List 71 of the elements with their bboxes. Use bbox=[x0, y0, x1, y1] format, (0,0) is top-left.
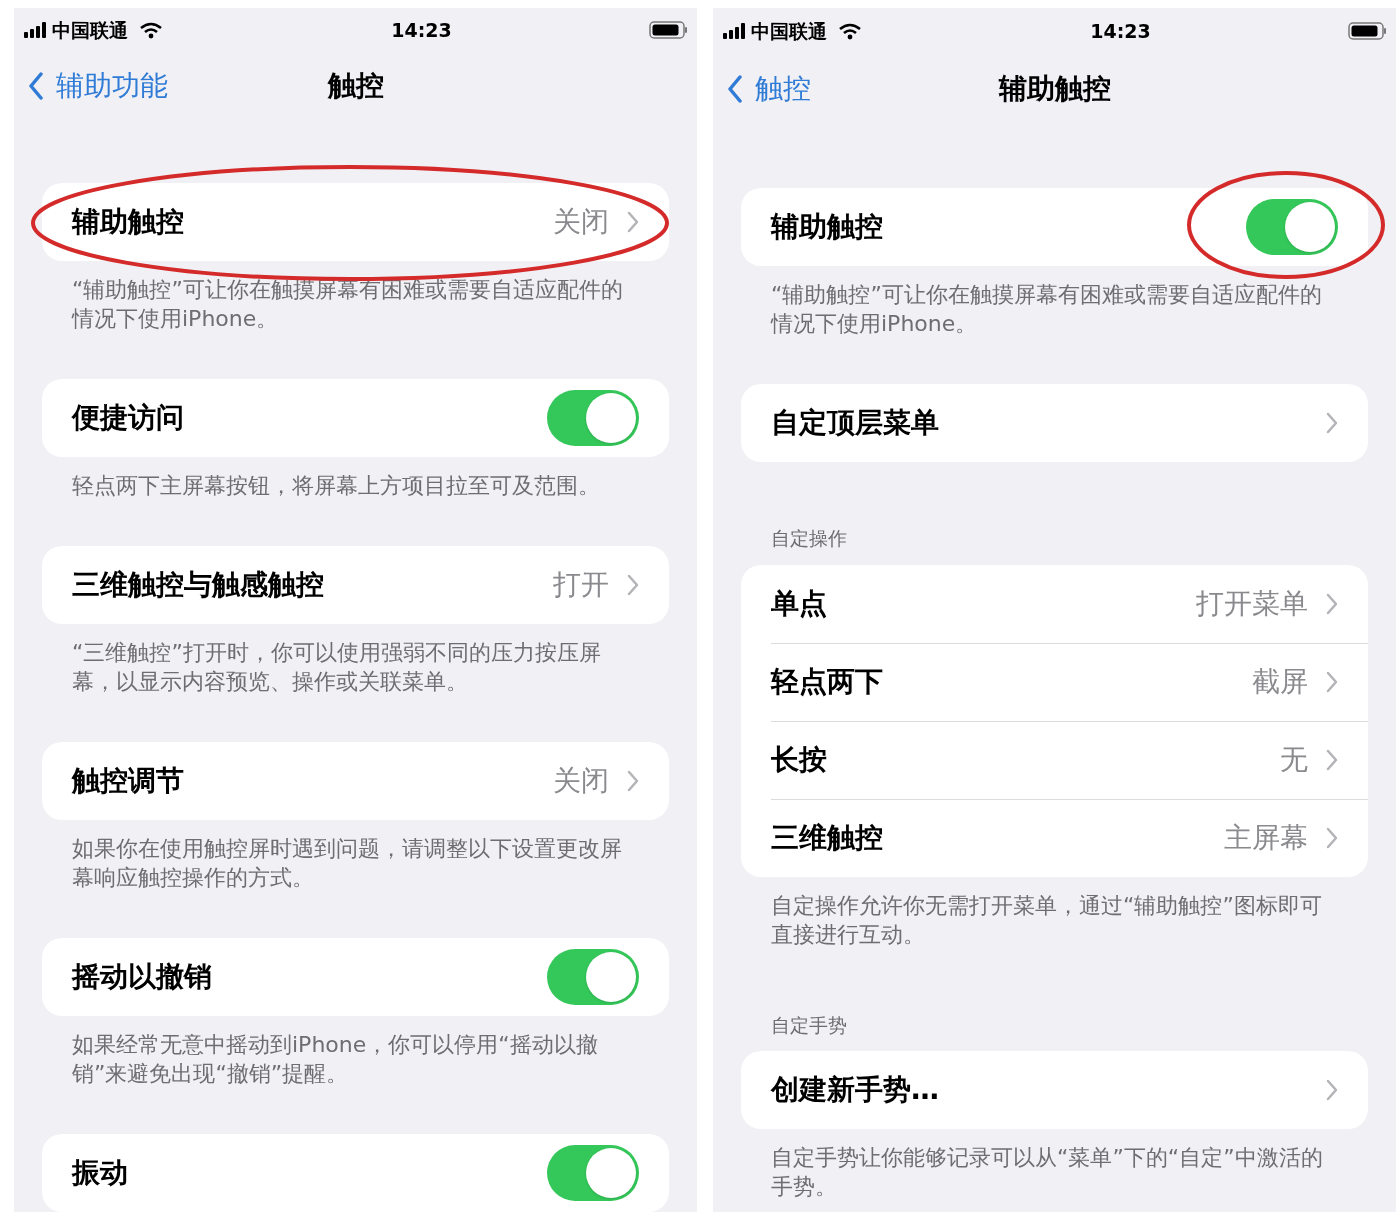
signal-icon bbox=[24, 22, 46, 38]
chevron-icon bbox=[1326, 749, 1338, 771]
settings-row[interactable]: 三维触控 主屏幕 bbox=[771, 798, 1368, 877]
row-label: 自定顶层菜单 bbox=[771, 405, 940, 441]
row-label: 轻点两下 bbox=[771, 664, 884, 700]
row-label: 创建新手势… bbox=[771, 1072, 940, 1108]
row-value: 截屏 bbox=[1252, 664, 1308, 700]
section-footer: 自定手势让你能够记录可以从“菜单”下的“自定”中激活的手势。 bbox=[741, 1129, 1368, 1201]
row-value: 无 bbox=[1280, 742, 1308, 778]
wifi-icon bbox=[839, 22, 861, 40]
row-label: 便捷访问 bbox=[72, 400, 185, 436]
screen-title: 辅助触控 bbox=[998, 71, 1111, 107]
section-footer: “辅助触控”可让你在触摸屏幕有困难或需要自适应配件的情况下使用iPhone。 bbox=[741, 266, 1368, 338]
battery-icon bbox=[649, 21, 687, 39]
section-header: 自定操作 bbox=[770, 526, 848, 551]
back-button[interactable]: 触控 bbox=[727, 68, 811, 110]
section-header: 自定手势 bbox=[770, 1012, 848, 1038]
chevron-icon bbox=[1326, 827, 1338, 849]
section-footer: 如果经常无意中摇动到iPhone，你可以停用“摇动以撤销”来避免出现“撤销”提醒。 bbox=[42, 1016, 669, 1088]
settings-row[interactable]: 单点 打开菜单 bbox=[741, 564, 1368, 643]
toggle-switch[interactable] bbox=[1246, 199, 1338, 255]
row-label: 辅助触控 bbox=[771, 209, 884, 245]
chevron-icon bbox=[627, 574, 639, 596]
settings-row[interactable]: 辅助触控 bbox=[741, 188, 1368, 266]
row-label: 长按 bbox=[771, 742, 828, 778]
screen-title: 触控 bbox=[327, 67, 384, 104]
back-chevron-icon bbox=[727, 75, 743, 103]
settings-row[interactable]: 自定顶层菜单 bbox=[741, 384, 1368, 462]
toggle-switch[interactable] bbox=[547, 390, 639, 446]
chevron-icon bbox=[1326, 671, 1338, 693]
toggle-switch[interactable] bbox=[547, 1145, 639, 1201]
row-label: 三维触控 bbox=[771, 820, 884, 856]
section-footer: 轻点两下主屏幕按钮，将屏幕上方项目拉至可及范围。 bbox=[42, 457, 669, 500]
row-value: 关闭 bbox=[553, 204, 609, 240]
settings-row[interactable]: 振动 bbox=[42, 1134, 669, 1212]
row-value: 打开 bbox=[553, 567, 609, 603]
battery-icon bbox=[1348, 22, 1386, 40]
row-label: 辅助触控 bbox=[72, 204, 185, 240]
status-time: 14:23 bbox=[1090, 18, 1151, 44]
chevron-icon bbox=[1326, 412, 1338, 434]
settings-row[interactable]: 触控调节 关闭 bbox=[42, 742, 669, 820]
chevron-icon bbox=[627, 211, 639, 233]
row-label: 单点 bbox=[771, 585, 828, 622]
row-value: 关闭 bbox=[553, 763, 609, 799]
carrier-name: 中国联通 bbox=[751, 18, 827, 44]
section-footer: “三维触控”打开时，你可以使用强弱不同的压力按压屏幕，以显示内容预览、操作或关联菜单。 bbox=[42, 624, 669, 696]
carrier-name: 中国联通 bbox=[52, 17, 128, 43]
wifi-icon bbox=[140, 21, 162, 39]
row-label: 摇动以撤销 bbox=[72, 959, 213, 995]
status-time: 14:23 bbox=[391, 17, 452, 43]
settings-row[interactable]: 创建新手势… bbox=[741, 1051, 1368, 1129]
back-button[interactable]: 辅助功能 bbox=[28, 64, 168, 107]
row-label: 三维触控与触感触控 bbox=[72, 567, 325, 603]
row-value: 主屏幕 bbox=[1224, 820, 1308, 856]
chevron-icon bbox=[1326, 592, 1338, 615]
settings-row[interactable]: 摇动以撤销 bbox=[42, 938, 669, 1016]
settings-row[interactable]: 长按 无 bbox=[771, 720, 1368, 799]
row-label: 振动 bbox=[72, 1155, 129, 1191]
row-value: 打开菜单 bbox=[1196, 585, 1308, 622]
chevron-icon bbox=[1326, 1079, 1338, 1101]
chevron-icon bbox=[627, 770, 639, 792]
row-label: 触控调节 bbox=[72, 763, 185, 799]
section-footer: “辅助触控”可让你在触摸屏幕有困难或需要自适应配件的情况下使用iPhone。 bbox=[42, 261, 669, 333]
section-footer: 如果你在使用触控屏时遇到问题，请调整以下设置更改屏幕响应触控操作的方式。 bbox=[42, 820, 669, 892]
signal-icon bbox=[723, 23, 745, 39]
settings-row[interactable]: 三维触控与触感触控 打开 bbox=[42, 546, 669, 624]
toggle-switch[interactable] bbox=[547, 949, 639, 1005]
settings-row[interactable]: 轻点两下 截屏 bbox=[771, 642, 1368, 721]
back-chevron-icon bbox=[28, 71, 44, 100]
settings-row[interactable]: 便捷访问 bbox=[42, 379, 669, 457]
section-footer: 自定操作允许你无需打开菜单，通过“辅助触控”图标即可直接进行互动。 bbox=[741, 876, 1368, 949]
